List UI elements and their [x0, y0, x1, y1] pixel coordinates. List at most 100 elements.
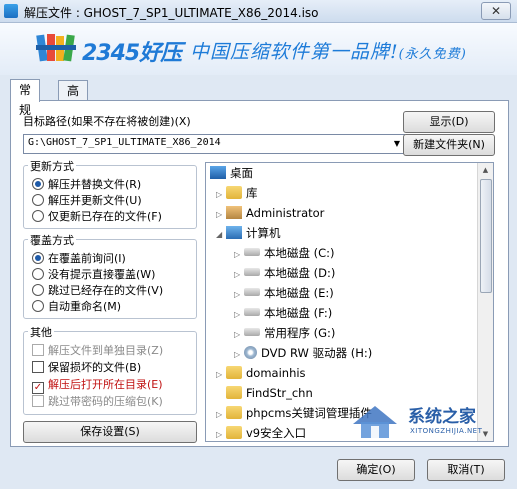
update-option-label: 解压并替换文件(R) [48, 178, 142, 191]
update-option-existing-only[interactable]: 仅更新已存在的文件(F) [32, 208, 162, 224]
update-mode-title: 更新方式 [28, 158, 76, 174]
expand-arrow-icon[interactable]: ▷ [234, 325, 244, 345]
overwrite-option-overwrite[interactable]: 没有提示直接覆盖(W) [32, 266, 155, 282]
expand-arrow-icon[interactable]: ▷ [216, 405, 226, 425]
overwrite-option-skip[interactable]: 跳过已经存在的文件(V) [32, 282, 163, 298]
tree-node-label: FindStr_chn [246, 386, 313, 400]
drive-icon [244, 308, 260, 316]
overwrite-option-label: 跳过已经存在的文件(V) [48, 284, 164, 297]
update-option-label: 解压并更新文件(U) [48, 194, 142, 207]
tree-node-drive-c[interactable]: ▷ 本地磁盘 (C:) [234, 243, 335, 263]
tree-node-administrator[interactable]: ▷ Administrator [216, 203, 324, 223]
radio-icon[interactable] [32, 284, 44, 296]
drive-icon [244, 288, 260, 296]
tree-node-computer[interactable]: ◢ 计算机 [216, 223, 281, 243]
checkbox-icon[interactable] [32, 344, 44, 356]
tree-node-drive-e[interactable]: ▷ 本地磁盘 (E:) [234, 283, 334, 303]
radio-icon[interactable] [32, 300, 44, 312]
chevron-down-icon[interactable]: ▼ [390, 135, 404, 153]
folder-icon [226, 426, 242, 439]
expand-arrow-icon[interactable]: ▷ [234, 265, 244, 285]
drive-icon [244, 268, 260, 276]
expand-arrow-icon[interactable]: ▷ [234, 345, 244, 365]
ok-button[interactable]: 确定(O) [337, 459, 415, 481]
cancel-button[interactable]: 取消(T) [427, 459, 505, 481]
tree-node-library[interactable]: ▷ 库 [216, 183, 258, 203]
slogan: 中国压缩软件第一品牌!(永久免费) [190, 37, 467, 64]
watermark-text: 系统之家 [408, 407, 476, 427]
other-option-open-dir[interactable]: ✓ 解压后打开所在目录(E) [32, 376, 163, 394]
tree-node-domainhis[interactable]: ▷ domainhis [216, 363, 306, 383]
tree-node-v9[interactable]: ▷ v9安全入口 [216, 423, 307, 441]
expand-arrow-icon[interactable]: ▷ [216, 365, 226, 385]
expand-arrow-icon[interactable]: ▷ [216, 425, 226, 441]
close-button[interactable]: ✕ [481, 2, 511, 20]
radio-selected-icon[interactable] [32, 252, 44, 264]
overwrite-mode-title: 覆盖方式 [28, 232, 76, 248]
tree-node-label: DVD RW 驱动器 (H:) [261, 346, 373, 360]
expand-arrow-icon[interactable]: ▷ [234, 245, 244, 265]
overwrite-option-rename[interactable]: 自动重命名(M) [32, 298, 121, 314]
tree-node-label: v9安全入口 [246, 426, 307, 440]
new-folder-button[interactable]: 新建文件夹(N) [403, 134, 495, 156]
update-option-replace[interactable]: 解压并替换文件(R) [32, 176, 141, 192]
slogan-suffix: (永久免费) [398, 47, 467, 62]
expand-arrow-icon[interactable]: ▷ [234, 305, 244, 325]
banner: 2345好压 中国压缩软件第一品牌!(永久免费) [0, 23, 517, 75]
tree-node-desktop[interactable]: 桌面 [210, 163, 253, 183]
tree-node-findstr[interactable]: FindStr_chn [216, 383, 313, 403]
scroll-up-icon[interactable]: ▲ [478, 163, 493, 177]
folder-icon [226, 386, 242, 399]
tree-node-label: 库 [246, 186, 258, 200]
expand-arrow-icon[interactable]: ▷ [234, 285, 244, 305]
tree-node-label: 计算机 [246, 226, 281, 240]
drive-icon [244, 248, 260, 256]
desktop-icon [210, 166, 226, 179]
show-button[interactable]: 显示(D) [403, 111, 495, 133]
tree-node-drive-d[interactable]: ▷ 本地磁盘 (D:) [234, 263, 335, 283]
radio-selected-icon[interactable] [32, 178, 44, 190]
brand-logo-text: 2345好压 [82, 41, 182, 66]
radio-icon[interactable] [32, 268, 44, 280]
radio-icon[interactable] [32, 210, 44, 222]
user-folder-icon [226, 206, 242, 219]
update-option-update[interactable]: 解压并更新文件(U) [32, 192, 142, 208]
target-path-label: 目标路径(如果不存在将被创建)(X) [23, 115, 191, 128]
tree-node-dvd-h[interactable]: ▷ DVD RW 驱动器 (H:) [234, 343, 372, 363]
tree-node-drive-f[interactable]: ▷ 本地磁盘 (F:) [234, 303, 332, 323]
tree-node-drive-g[interactable]: ▷ 常用程序 (G:) [234, 323, 335, 343]
computer-icon [226, 226, 242, 239]
target-path-combo[interactable]: G:\GHOST_7_SP1_ULTIMATE_X86_2014 ▼ [23, 134, 405, 154]
tree-node-label: 本地磁盘 (E:) [264, 286, 334, 300]
app-icon [4, 4, 18, 18]
folder-icon [226, 366, 242, 379]
checkbox-icon[interactable] [32, 361, 44, 373]
expand-arrow-icon[interactable]: ▷ [216, 205, 226, 225]
dvd-icon [244, 346, 257, 359]
checkbox-icon[interactable] [32, 395, 44, 407]
scrollbar-thumb[interactable] [480, 179, 492, 293]
update-option-label: 仅更新已存在的文件(F) [48, 210, 162, 223]
other-option-separate-dir[interactable]: 解压文件到单独目录(Z) [32, 342, 163, 358]
tab-general[interactable]: 常规 [10, 79, 41, 117]
overwrite-option-label: 没有提示直接覆盖(W) [48, 268, 156, 281]
other-option-label: 解压文件到单独目录(Z) [48, 344, 164, 357]
tree-node-label: Administrator [246, 206, 325, 220]
other-option-label: 解压后打开所在目录(E) [48, 378, 163, 391]
slogan-main: 中国压缩软件第一品牌! [190, 41, 399, 63]
overwrite-option-label: 自动重命名(M) [48, 300, 122, 313]
save-settings-button[interactable]: 保存设置(S) [23, 421, 197, 443]
watermark-subtext: XITONGZHIJIA.NET [410, 427, 483, 435]
collapse-arrow-icon[interactable]: ◢ [216, 225, 226, 245]
expand-arrow-icon[interactable]: ▷ [216, 185, 226, 205]
books-logo-icon [36, 34, 76, 62]
tree-node-label: 本地磁盘 (F:) [264, 306, 333, 320]
other-option-skip-password[interactable]: 跳过带密码的压缩包(K) [32, 393, 163, 409]
other-option-label: 跳过带密码的压缩包(K) [48, 395, 163, 408]
overwrite-option-ask[interactable]: 在覆盖前询问(I) [32, 250, 126, 266]
other-option-keep-broken[interactable]: 保留损坏的文件(B) [32, 359, 141, 375]
other-option-label: 保留损坏的文件(B) [48, 361, 142, 374]
radio-icon[interactable] [32, 194, 44, 206]
window-title: 解压文件 : GHOST_7_SP1_ULTIMATE_X86_2014.iso [24, 6, 319, 20]
tab-advanced[interactable]: 高级 [58, 80, 89, 118]
